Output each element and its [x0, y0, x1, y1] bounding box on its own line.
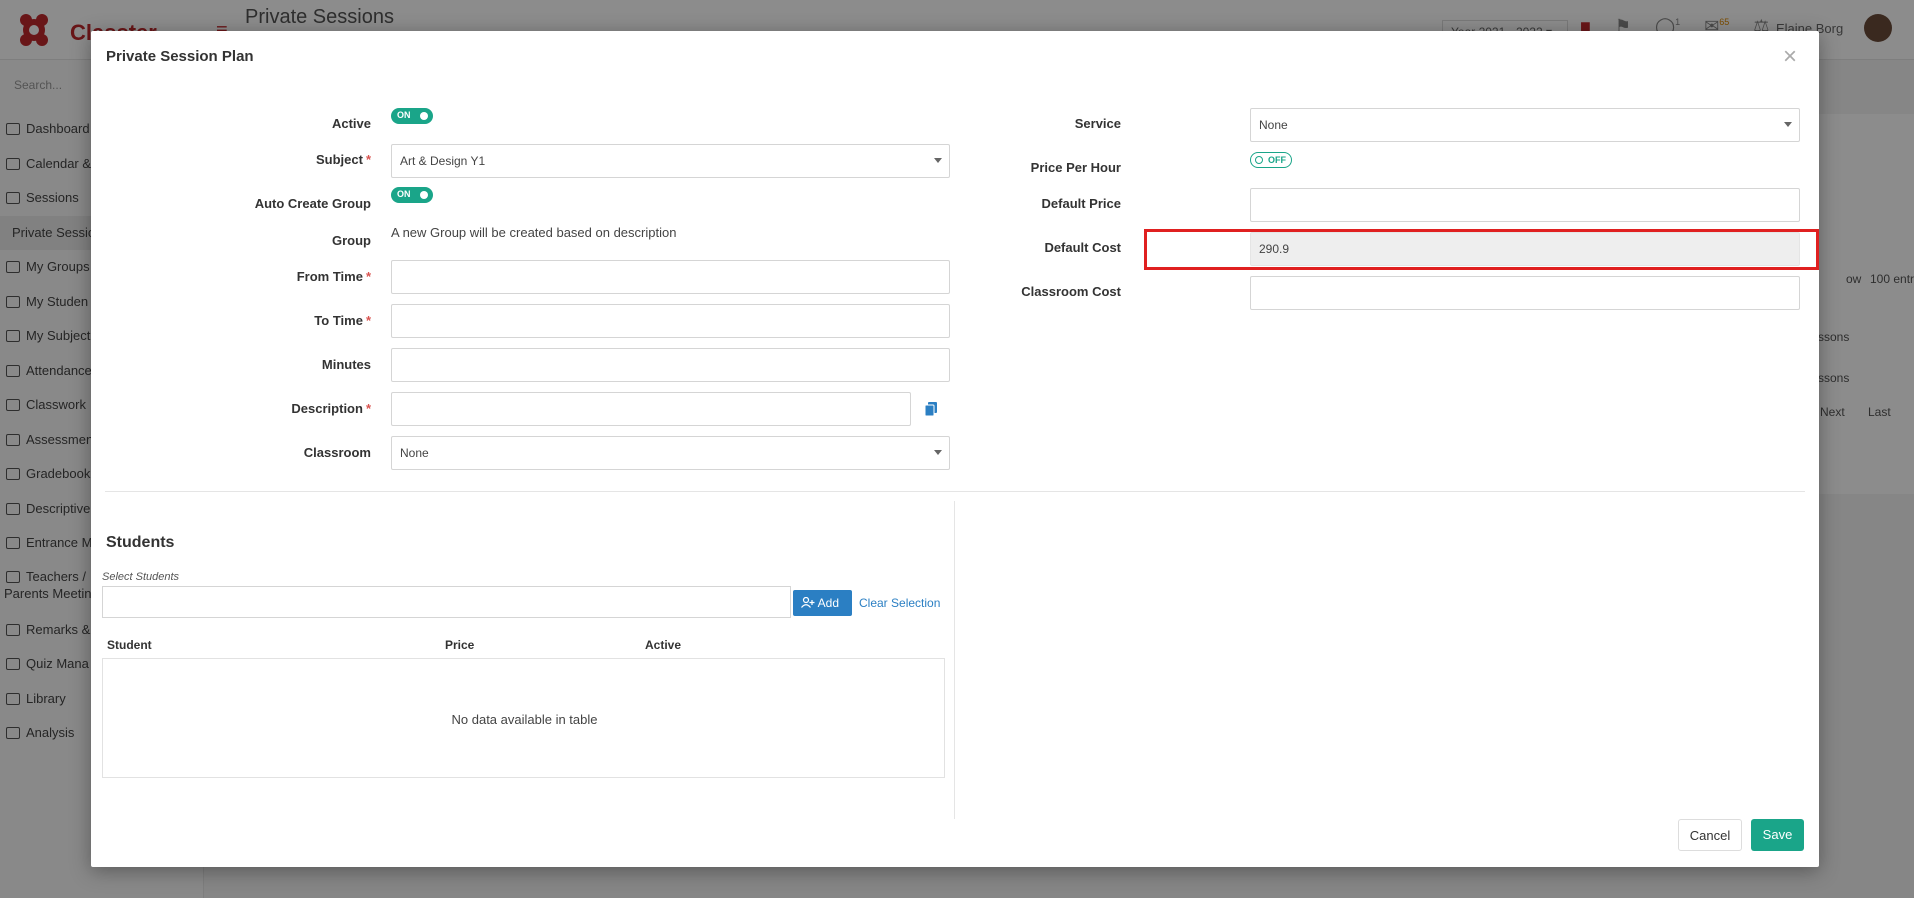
chevron-down-icon: [934, 450, 942, 455]
price-per-hour-toggle-text: OFF: [1268, 155, 1286, 165]
section-divider: [105, 491, 1805, 492]
active-label: Active: [331, 116, 371, 131]
students-select-input[interactable]: [102, 586, 791, 618]
copy-icon[interactable]: [925, 402, 937, 416]
toggle-knob: [420, 112, 428, 120]
subject-label-text: Subject: [315, 152, 363, 167]
column-header-student[interactable]: Student: [107, 638, 152, 652]
minutes-input[interactable]: [391, 348, 950, 382]
default-cost-label: Default Cost: [1044, 240, 1121, 255]
students-title: Students: [106, 534, 175, 551]
classroom-label: Classroom: [303, 445, 371, 460]
from-time-input[interactable]: [391, 260, 950, 294]
active-toggle[interactable]: ON: [391, 108, 433, 124]
add-student-button[interactable]: Add: [793, 590, 852, 616]
add-button-label: Add: [817, 596, 840, 610]
toggle-knob: [420, 191, 428, 199]
description-input[interactable]: [391, 392, 911, 426]
add-user-icon: [801, 596, 815, 608]
required-marker: *: [365, 152, 371, 167]
save-button[interactable]: Save: [1751, 819, 1804, 851]
column-header-active[interactable]: Active: [645, 638, 681, 652]
service-label: Service: [1074, 116, 1121, 131]
cancel-button[interactable]: Cancel: [1678, 819, 1742, 851]
description-label-text: Description: [291, 401, 363, 416]
from-time-label: From Time *: [131, 269, 371, 284]
auto-create-group-toggle[interactable]: ON: [391, 187, 433, 203]
required-marker: *: [365, 313, 371, 328]
classroom-select[interactable]: None: [391, 436, 950, 470]
to-time-label: To Time *: [131, 313, 371, 328]
clear-selection-link[interactable]: Clear Selection: [859, 596, 940, 610]
description-label: Description *: [131, 401, 371, 416]
close-icon[interactable]: ×: [1783, 45, 1797, 69]
chevron-down-icon: [1784, 122, 1792, 127]
toggle-knob: [1255, 156, 1263, 164]
to-time-input[interactable]: [391, 304, 950, 338]
empty-table-message: No data available in table: [451, 712, 598, 727]
required-marker: *: [365, 269, 371, 284]
default-price-input[interactable]: [1250, 188, 1800, 222]
price-per-hour-label: Price Per Hour: [1030, 160, 1121, 175]
column-divider: [954, 501, 955, 819]
classroom-value: None: [400, 446, 429, 460]
service-select[interactable]: None: [1250, 108, 1800, 142]
auto-create-group-label: Auto Create Group: [254, 196, 371, 211]
service-value: None: [1259, 118, 1288, 132]
classroom-cost-input[interactable]: [1250, 276, 1800, 310]
group-label: Group: [332, 233, 371, 248]
to-time-label-text: To Time: [314, 313, 363, 328]
classroom-cost-label: Classroom Cost: [1021, 284, 1121, 299]
column-header-price[interactable]: Price: [445, 638, 474, 652]
active-toggle-text: ON: [397, 110, 411, 120]
subject-label: Subject *: [131, 152, 371, 167]
modal-title: Private Session Plan: [106, 48, 254, 65]
subject-value: Art & Design Y1: [400, 154, 486, 168]
private-session-plan-modal: Private Session Plan × Active ON Subject…: [91, 31, 1819, 867]
group-info-text: A new Group will be created based on des…: [391, 225, 677, 240]
subject-select[interactable]: Art & Design Y1: [391, 144, 950, 178]
auto-group-toggle-text: ON: [397, 189, 411, 199]
default-price-label: Default Price: [1041, 196, 1121, 211]
select-students-label: Select Students: [102, 571, 180, 583]
minutes-label: Minutes: [321, 357, 371, 372]
required-marker: *: [365, 401, 371, 416]
price-per-hour-toggle[interactable]: OFF: [1250, 152, 1292, 168]
highlight-box: [1144, 229, 1819, 270]
from-time-label-text: From Time: [296, 269, 363, 284]
students-table: No data available in table: [102, 658, 945, 778]
